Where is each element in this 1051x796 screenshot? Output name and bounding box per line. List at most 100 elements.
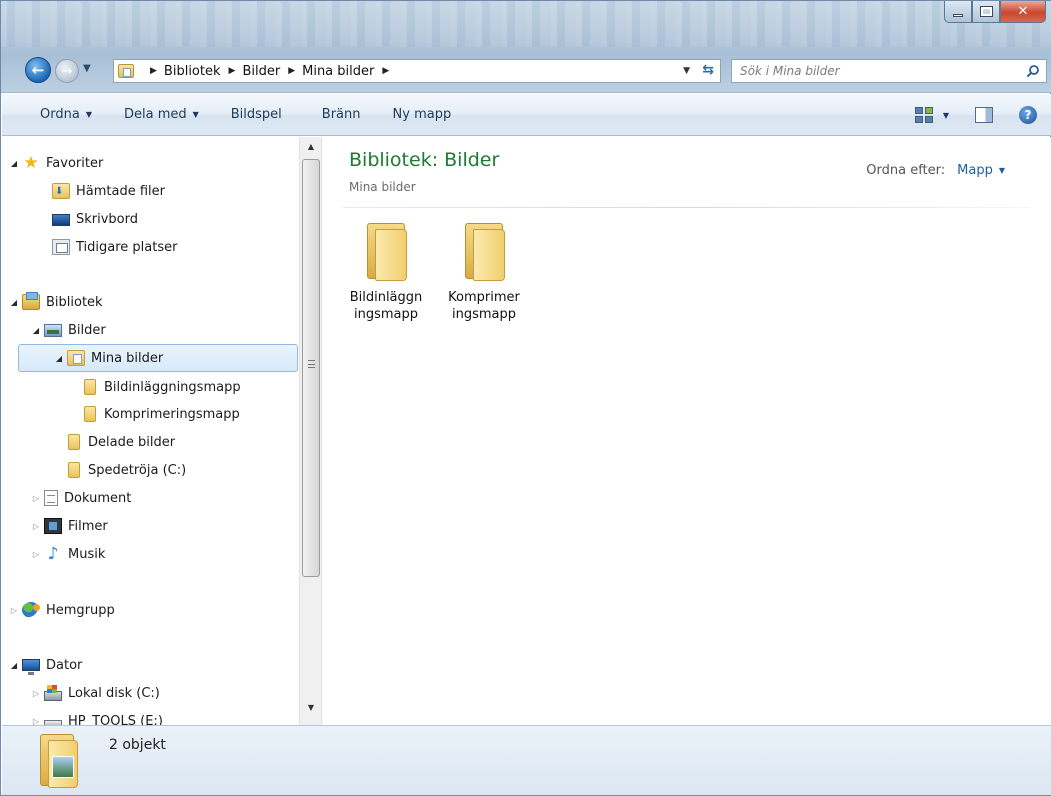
- back-arrow-icon: ←: [31, 61, 45, 79]
- tree-item-label: Lokal disk (C:): [68, 685, 160, 701]
- minimize-icon: [953, 14, 963, 17]
- folder-item-import[interactable]: Bildinläggn ingsmapp: [339, 223, 433, 323]
- address-history-dropdown-icon[interactable]: ▼: [683, 66, 690, 76]
- tree-item-label: Bildinläggningsmapp: [104, 379, 241, 395]
- slideshow-button[interactable]: Bildspel: [215, 94, 298, 135]
- tree-item-label: Hemgrupp: [46, 602, 115, 618]
- chevron-down-icon[interactable]: ▼: [999, 166, 1005, 175]
- tree-item-local-disk[interactable]: ▷ Lokal disk (C:): [30, 679, 160, 707]
- library-title: Bibliotek: Bilder: [349, 149, 500, 171]
- maximize-button[interactable]: [972, 1, 1000, 23]
- new-folder-button[interactable]: Ny mapp: [377, 94, 468, 135]
- preview-pane-icon[interactable]: [975, 107, 993, 123]
- expand-arrow-icon[interactable]: ▷: [8, 606, 20, 615]
- expand-arrow-icon[interactable]: ▷: [30, 522, 42, 531]
- tree-item-compress-folder[interactable]: Komprimeringsmapp: [80, 400, 240, 428]
- breadcrumb-separator-icon[interactable]: ▶: [288, 66, 295, 76]
- tree-item-shared-pictures[interactable]: Delade bilder: [64, 428, 175, 456]
- maximize-icon: [979, 6, 993, 17]
- expand-arrow-icon[interactable]: ▷: [30, 550, 42, 559]
- tree-item-label: Filmer: [68, 518, 108, 534]
- burn-button[interactable]: Bränn: [298, 94, 377, 135]
- tree-item-label: Hämtade filer: [76, 183, 165, 199]
- search-input[interactable]: [740, 64, 1010, 78]
- tree-item-favorites[interactable]: ◢ ★ Favoriter: [8, 149, 103, 177]
- tree-item-spede-drive[interactable]: Spedetröja (C:): [64, 456, 186, 484]
- tree-item-label: Bilder: [68, 322, 106, 338]
- breadcrumb-pictures[interactable]: Bilder: [242, 64, 280, 79]
- local-disk-icon: [44, 684, 62, 701]
- search-box[interactable]: [731, 59, 1047, 83]
- content-pane: Bibliotek: Bilder Mina bilder Ordna efte…: [323, 137, 1051, 725]
- breadcrumb-separator-icon[interactable]: ▶: [229, 66, 236, 76]
- tree-item-pictures[interactable]: ◢ Bilder: [30, 316, 106, 344]
- star-icon: ★: [23, 153, 39, 173]
- expand-arrow-icon[interactable]: ▷: [30, 689, 42, 698]
- folder-icon: [463, 223, 505, 281]
- scroll-up-icon[interactable]: ▲: [304, 140, 318, 154]
- collapse-arrow-icon[interactable]: ◢: [8, 661, 20, 670]
- navigation-row: ← → ▼ ▶ Bibliotek ▶ Bilder ▶ Mina bilder…: [1, 53, 1051, 89]
- expand-arrow-icon[interactable]: ▷: [30, 717, 42, 726]
- title-bar: ✕ ← → ▼ ▶ Bibliotek ▶ Bilder ▶ Mina bild…: [1, 1, 1051, 93]
- search-icon[interactable]: [1026, 64, 1040, 78]
- item-count: 2 objekt: [109, 737, 166, 753]
- tree-item-import-folder[interactable]: Bildinläggningsmapp: [80, 373, 241, 401]
- expand-arrow-icon[interactable]: ▷: [30, 494, 42, 503]
- library-icon: [22, 292, 40, 310]
- pictures-library-icon: [44, 324, 62, 337]
- tree-item-computer[interactable]: ◢ Dator: [8, 651, 82, 679]
- share-menu[interactable]: Dela med ▼: [108, 94, 215, 135]
- collapse-arrow-icon[interactable]: ◢: [8, 159, 20, 168]
- scroll-thumb[interactable]: [302, 159, 320, 577]
- breadcrumb-libraries[interactable]: Bibliotek: [164, 64, 221, 79]
- tree-item-hp-tools[interactable]: ▷ HP_TOOLS (E:): [30, 707, 163, 725]
- tree-item-music[interactable]: ▷ ♪ Musik: [30, 540, 105, 568]
- help-icon[interactable]: ?: [1019, 106, 1037, 124]
- forward-button[interactable]: →: [55, 59, 79, 83]
- tree-item-label: Favoriter: [46, 155, 104, 171]
- library-subtitle: Mina bilder: [349, 180, 416, 194]
- arrange-by-value[interactable]: Mapp: [957, 163, 993, 178]
- back-button[interactable]: ←: [25, 57, 51, 83]
- folder-icon: [68, 434, 80, 450]
- address-bar[interactable]: ▶ Bibliotek ▶ Bilder ▶ Mina bilder ▶ ▼ ⇆: [113, 59, 721, 83]
- close-button[interactable]: ✕: [1000, 1, 1046, 23]
- scroll-down-icon[interactable]: ▼: [304, 701, 318, 715]
- tree-item-documents[interactable]: ▷ Dokument: [30, 484, 131, 512]
- tree-item-label: Bibliotek: [46, 294, 103, 310]
- minimize-button[interactable]: [944, 1, 972, 23]
- tree-item-label: Dokument: [64, 490, 132, 506]
- breadcrumb-separator-icon[interactable]: ▶: [382, 66, 389, 76]
- close-icon: ✕: [1017, 4, 1029, 19]
- tree-item-label: Dator: [46, 657, 83, 673]
- organize-menu[interactable]: Ordna ▼: [2, 94, 108, 135]
- recent-places-icon: [52, 239, 70, 255]
- folder-item-compress[interactable]: Komprimer ingsmapp: [437, 223, 531, 323]
- breadcrumb-separator-icon[interactable]: ▶: [150, 66, 157, 76]
- nav-scrollbar[interactable]: ▲ ▼: [299, 137, 321, 725]
- collapse-arrow-icon[interactable]: ◢: [53, 354, 65, 363]
- recent-pages-dropdown[interactable]: ▼: [83, 63, 91, 74]
- tree-item-label: Skrivbord: [76, 211, 139, 227]
- documents-icon: [44, 490, 58, 506]
- view-controls: ▼ ?: [914, 94, 1051, 136]
- folder-item-label: Bildinläggn ingsmapp: [339, 289, 433, 323]
- tree-item-homegroup[interactable]: ▷ Hemgrupp: [8, 596, 115, 624]
- view-options-chevron-icon[interactable]: ▼: [943, 111, 949, 120]
- arrange-by: Ordna efter: Mapp ▼: [866, 163, 1005, 178]
- tree-item-label: Tidigare platser: [76, 239, 178, 255]
- tree-item-libraries[interactable]: ◢ Bibliotek: [8, 288, 103, 316]
- refresh-icon[interactable]: ⇆: [702, 62, 714, 78]
- tree-item-my-pictures[interactable]: ◢ Mina bilder: [18, 344, 298, 372]
- collapse-arrow-icon[interactable]: ◢: [8, 298, 20, 307]
- breadcrumb: ▶ Bibliotek ▶ Bilder ▶ Mina bilder ▶: [142, 64, 396, 79]
- change-view-icon[interactable]: [914, 107, 933, 123]
- folder-label-line: Komprimer: [448, 290, 520, 305]
- tree-item-videos[interactable]: ▷ Filmer: [30, 512, 108, 540]
- tree-item-desktop[interactable]: Skrivbord: [52, 205, 138, 233]
- tree-item-downloads[interactable]: Hämtade filer: [52, 177, 165, 205]
- collapse-arrow-icon[interactable]: ◢: [30, 326, 42, 335]
- tree-item-recent-places[interactable]: Tidigare platser: [52, 233, 177, 261]
- breadcrumb-my-pictures[interactable]: Mina bilder: [302, 64, 374, 79]
